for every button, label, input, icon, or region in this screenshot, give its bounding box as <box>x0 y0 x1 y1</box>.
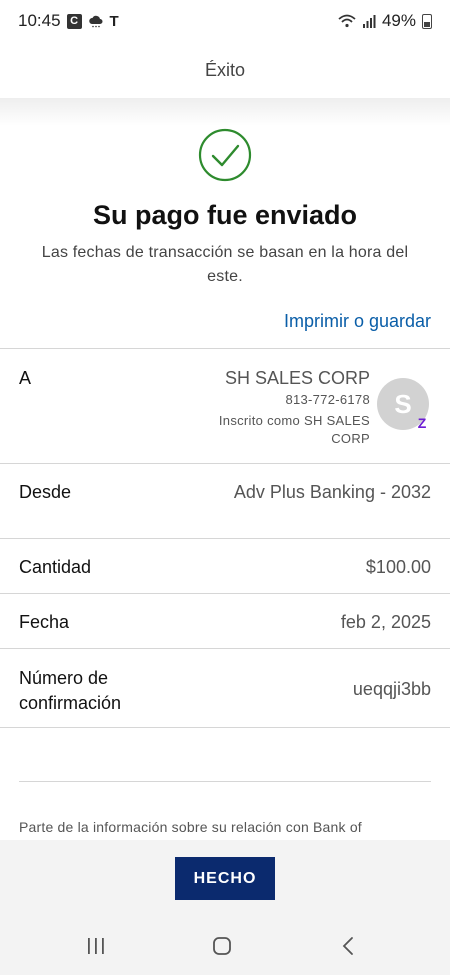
divider <box>0 463 450 464</box>
recent-apps-icon[interactable] <box>85 937 107 955</box>
date-value: feb 2, 2025 <box>340 612 431 632</box>
battery-icon <box>422 13 432 29</box>
confirmation-value: ueqqji3bb <box>352 679 431 699</box>
battery-percent: 49% <box>381 11 416 30</box>
confirmation-label: Número de confirmación <box>19 668 122 713</box>
carrier-app-icon: C <box>66 13 82 29</box>
payee-name: SH SALES CORP <box>224 368 370 388</box>
date-label: Fecha <box>19 612 70 632</box>
divider <box>0 593 450 594</box>
amount-label: Cantidad <box>19 557 92 577</box>
back-icon[interactable] <box>340 936 356 956</box>
divider <box>19 781 431 782</box>
payee-enrolled-as: Inscrito como SH SALES CORP <box>218 413 370 446</box>
status-right: 49% <box>338 11 432 31</box>
divider <box>0 538 450 539</box>
zelle-badge-icon: Z <box>417 415 427 431</box>
carrier-logo-icon: T <box>109 12 119 30</box>
footer-note: Parte de la información sobre su relació… <box>19 819 362 835</box>
to-label: A <box>19 368 32 388</box>
wifi-icon <box>338 14 356 28</box>
divider <box>0 348 450 349</box>
signal-icon <box>362 14 376 28</box>
weather-icon <box>88 15 103 28</box>
app-header: Éxito <box>0 42 450 98</box>
divider <box>0 727 450 728</box>
payee-phone: 813-772-6178 <box>285 392 370 407</box>
status-bar: 10:45 C T 49% <box>0 0 450 42</box>
page-title: Éxito <box>204 59 246 80</box>
status-left: 10:45 C T <box>18 11 119 31</box>
amount-value: $100.00 <box>365 557 431 577</box>
success-check-icon <box>198 128 252 182</box>
from-label: Desde <box>19 482 72 502</box>
print-or-save-link[interactable]: Imprimir o guardar <box>284 311 431 332</box>
header-shadow <box>0 98 450 126</box>
success-title: Su pago fue enviado <box>92 200 358 230</box>
from-value: Adv Plus Banking - 2032 <box>233 482 431 502</box>
status-time: 10:45 <box>18 11 61 30</box>
done-button[interactable]: HECHO <box>175 857 275 900</box>
divider <box>0 648 450 649</box>
home-icon[interactable] <box>212 936 232 956</box>
success-subtitle: Las fechas de transacción se basan en la… <box>41 244 409 285</box>
